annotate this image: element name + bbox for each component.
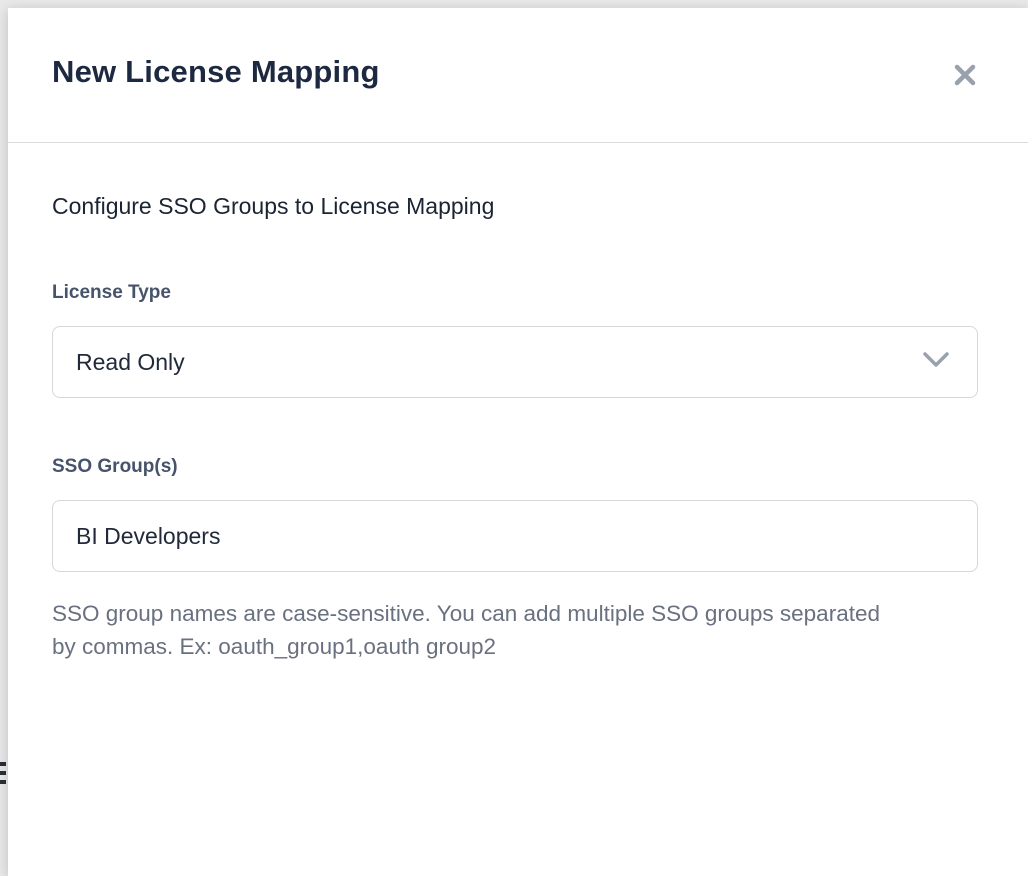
sso-groups-label: SSO Group(s) [52, 456, 984, 478]
sso-groups-input[interactable] [52, 500, 978, 572]
license-type-label: License Type [52, 282, 984, 304]
dialog-title: New License Mapping [52, 54, 380, 90]
dialog-header: New License Mapping [8, 8, 1028, 143]
clipped-background-icon [0, 762, 6, 788]
license-type-select[interactable]: Read Only [52, 326, 978, 398]
sso-groups-help-text: SSO group names are case-sensitive. You … [52, 598, 892, 663]
close-button[interactable] [946, 56, 984, 94]
chevron-down-icon [923, 352, 949, 373]
license-type-selected-value: Read Only [76, 349, 185, 376]
dialog-subtitle: Configure SSO Groups to License Mapping [52, 193, 984, 220]
dialog-body: Configure SSO Groups to License Mapping … [8, 143, 1028, 663]
close-icon [950, 78, 980, 93]
new-license-mapping-dialog: New License Mapping Configure SSO Groups… [8, 8, 1028, 876]
